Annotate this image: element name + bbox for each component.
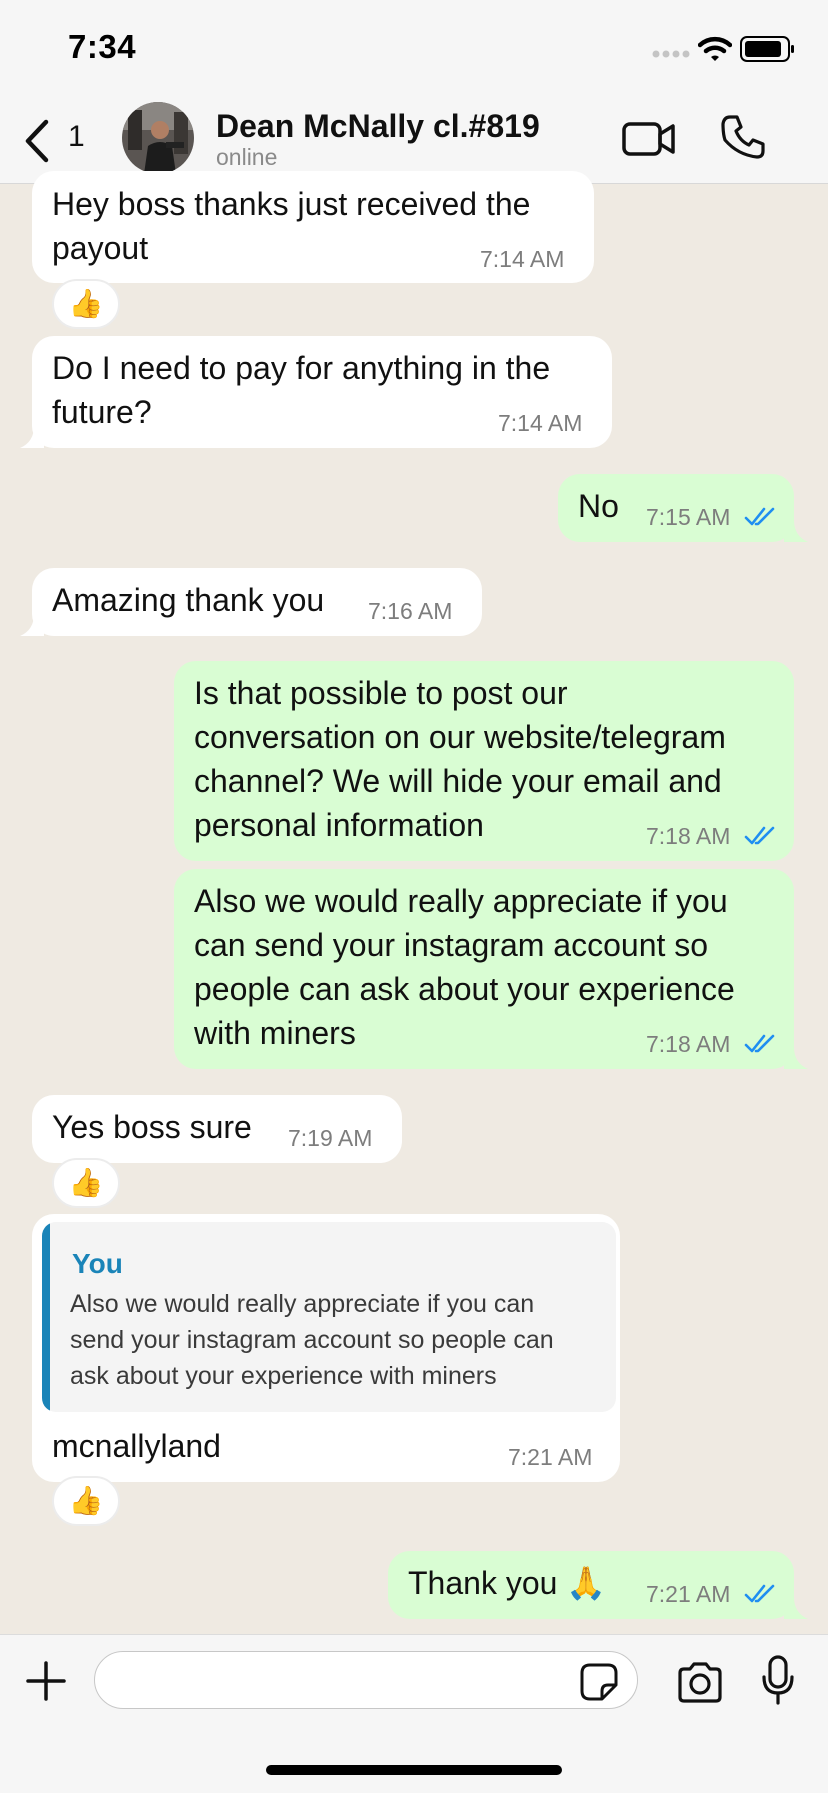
- bubble-tail: [20, 614, 44, 636]
- message-text: people can ask about your experience: [194, 971, 735, 1007]
- home-indicator[interactable]: [266, 1765, 562, 1775]
- status-time: 7:34: [68, 28, 137, 65]
- message-time: 7:18 AM: [646, 823, 731, 849]
- unread-count[interactable]: 1: [68, 120, 85, 154]
- attach-button[interactable]: [24, 1659, 68, 1703]
- message-text: personal information: [194, 807, 484, 843]
- quote-line: ask about your experience with miners: [70, 1362, 497, 1390]
- reaction-badge[interactable]: 👍: [52, 1158, 120, 1208]
- microphone-button[interactable]: [762, 1655, 794, 1705]
- bubble-tail: [784, 520, 808, 542]
- message-bubble[interactable]: Hey boss thanks just received the payout…: [32, 171, 594, 283]
- composer-bar: [0, 1634, 828, 1793]
- wifi-icon: [698, 36, 732, 61]
- message-bubble[interactable]: Yes boss sure 7:19 AM: [32, 1095, 402, 1163]
- reaction-badge[interactable]: 👍: [52, 279, 120, 329]
- message-text: Hey boss thanks just received the: [52, 186, 531, 222]
- message-text: with miners: [194, 1015, 356, 1051]
- bubble-tail: [784, 1047, 808, 1069]
- quote-author: You: [72, 1248, 123, 1279]
- sticker-button[interactable]: [580, 1663, 618, 1701]
- video-camera-icon: [622, 122, 675, 156]
- quote-accent-bar: [42, 1222, 50, 1412]
- double-check-icon: [744, 1034, 775, 1053]
- contact-name[interactable]: Dean McNally cl.#819: [216, 108, 540, 145]
- message-text: Amazing thank you: [52, 582, 325, 618]
- reaction-badge[interactable]: 👍: [52, 1476, 120, 1526]
- message-time: 7:21 AM: [508, 1444, 593, 1470]
- message-text: Is that possible to post our: [194, 675, 568, 711]
- plus-icon: [26, 1661, 66, 1701]
- message-text: Thank you 🙏: [408, 1565, 607, 1601]
- message-bubble[interactable]: Do I need to pay for anything in the fut…: [32, 336, 612, 448]
- avatar[interactable]: [122, 102, 194, 174]
- message-time: 7:18 AM: [646, 1031, 731, 1057]
- status-bar: 7:34: [0, 0, 828, 100]
- camera-button[interactable]: [676, 1661, 724, 1703]
- message-text: payout: [52, 230, 149, 266]
- quoted-message[interactable]: You Also we would really appreciate if y…: [42, 1222, 616, 1412]
- voice-call-button[interactable]: [720, 114, 766, 160]
- cellular-signal-icon: [652, 50, 690, 58]
- reply-message-bubble[interactable]: You Also we would really appreciate if y…: [32, 1214, 620, 1482]
- message-bubble[interactable]: Thank you 🙏 7:21 AM: [388, 1551, 794, 1619]
- message-input[interactable]: [94, 1651, 638, 1709]
- bubble-tail: [20, 426, 44, 448]
- message-text: No: [578, 488, 619, 524]
- bubble-tail: [784, 1597, 808, 1619]
- message-bubble[interactable]: Is that possible to post our conversatio…: [174, 661, 794, 861]
- message-time: 7:19 AM: [288, 1125, 373, 1151]
- message-text: conversation on our website/telegram: [194, 719, 726, 755]
- quote-line: send your instagram account so people ca…: [70, 1326, 554, 1354]
- message-text: channel? We will hide your email and: [194, 763, 722, 799]
- message-text: Yes boss sure: [52, 1109, 252, 1145]
- message-time: 7:15 AM: [646, 504, 731, 530]
- message-time: 7:16 AM: [368, 598, 453, 624]
- sticker-icon: [580, 1663, 618, 1701]
- message-time: 7:14 AM: [498, 410, 583, 436]
- chevron-left-icon: [25, 119, 49, 163]
- battery-icon: [740, 36, 794, 62]
- double-check-icon: [744, 1584, 775, 1603]
- double-check-icon: [744, 826, 775, 845]
- message-text: Do I need to pay for anything in the: [52, 350, 551, 386]
- double-check-icon: [744, 507, 775, 526]
- message-time: 7:21 AM: [646, 1581, 731, 1607]
- quote-text: Also we would really appreciate if you c…: [70, 1286, 610, 1394]
- message-bubble[interactable]: No 7:15 AM: [558, 474, 794, 542]
- microphone-icon: [762, 1655, 794, 1705]
- message-time: 7:14 AM: [480, 246, 565, 272]
- message-bubble[interactable]: Amazing thank you 7:16 AM: [32, 568, 482, 636]
- camera-icon: [678, 1662, 722, 1703]
- message-text: can send your instagram account so: [194, 927, 709, 963]
- message-text: Also we would really appreciate if you: [194, 883, 728, 919]
- video-call-button[interactable]: [622, 118, 676, 160]
- message-text: mcnallyland: [52, 1428, 221, 1464]
- avatar-photo: [122, 102, 194, 174]
- message-bubble[interactable]: Also we would really appreciate if you c…: [174, 869, 794, 1069]
- phone-icon: [721, 115, 765, 159]
- message-text: future?: [52, 394, 152, 430]
- contact-status: online: [216, 144, 278, 170]
- quote-line: Also we would really appreciate if you c…: [70, 1290, 535, 1318]
